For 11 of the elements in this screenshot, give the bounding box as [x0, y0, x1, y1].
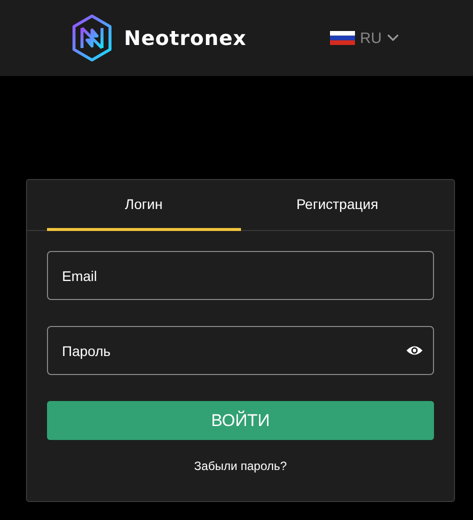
logo-icon — [71, 14, 113, 62]
chevron-down-icon — [386, 34, 399, 42]
eye-icon[interactable] — [406, 345, 423, 356]
password-field[interactable]: Пароль — [47, 326, 434, 375]
flag-icon — [330, 31, 355, 45]
email-field[interactable]: Email — [47, 251, 434, 300]
forgot-password-link[interactable]: Забыли пароль? — [194, 459, 287, 473]
language-selector[interactable]: RU — [360, 30, 382, 46]
tab[interactable]: Логин — [47, 180, 240, 231]
brand-name: Neotronex — [124, 26, 246, 50]
tab[interactable]: Регистрация — [240, 180, 434, 231]
